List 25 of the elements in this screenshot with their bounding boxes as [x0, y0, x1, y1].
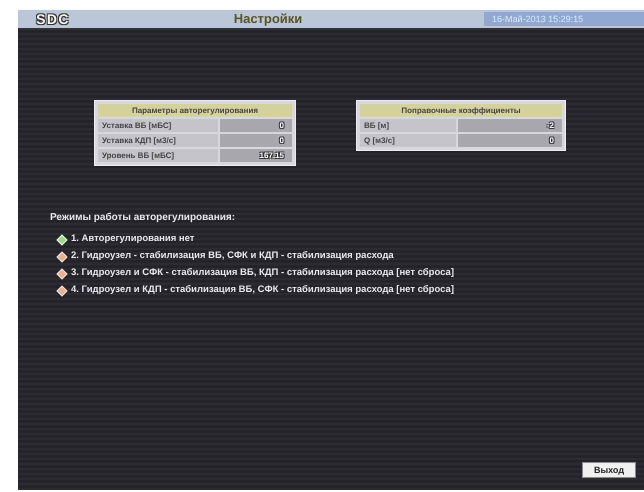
- table-cell: 0: [458, 134, 562, 147]
- mode-label: 2. Гидроузел - стабилизация ВБ, СФК и КДП - стабилизация расхода: [71, 249, 394, 264]
- table-cell: 0: [220, 134, 292, 147]
- table-cell: Уставка ВБ [мБС]: [98, 119, 218, 132]
- logo: SDC: [35, 10, 71, 28]
- table-cell: Q [м3/с]: [360, 134, 456, 147]
- table-title: Параметры авторегулирования: [98, 104, 292, 117]
- table-cell: 0: [220, 119, 292, 132]
- table-cell: -2: [458, 119, 562, 132]
- mode-label: 3. Гидроузел и СФК - стабилизация ВБ, КДП - стабилизация расхода [нет сброса]: [71, 266, 454, 280]
- window-title: Настройки: [232, 10, 304, 28]
- mode-label: 1. Авторегулирования нет: [71, 232, 194, 246]
- table-cell: Уровень ВБ [мБС]: [98, 149, 218, 162]
- table-cell: ВБ [м]: [360, 119, 456, 132]
- mode-label: 4. Гидроузел и КДП - стабилизация ВБ, СФК - стабилизация расхода [нет сброса]: [71, 283, 454, 298]
- mode-option[interactable]: 2. Гидроузел - стабилизация ВБ, СФК и КДП - стабилизация расхода: [58, 250, 644, 263]
- table-title: Поправочные коэффициенты: [360, 104, 562, 117]
- exit-button[interactable]: Выход: [582, 462, 636, 478]
- modes-heading: Режимы работы авторегулирования:: [50, 211, 236, 225]
- table-cell: 167.15: [220, 149, 292, 162]
- mode-option[interactable]: 4. Гидроузел и КДП - стабилизация ВБ, СФК - стабилизация расхода [нет сброса]: [58, 284, 644, 297]
- date-time: 16-Май-2013 15:29:15: [484, 12, 644, 26]
- mode-option[interactable]: 1. Авторегулирования нет: [58, 233, 644, 246]
- table-cell: Уставка КДП [м3/с]: [98, 134, 218, 147]
- mode-option[interactable]: 3. Гидроузел и СФК - стабилизация ВБ, КДП - стабилизация расхода [нет сброса]: [58, 267, 644, 280]
